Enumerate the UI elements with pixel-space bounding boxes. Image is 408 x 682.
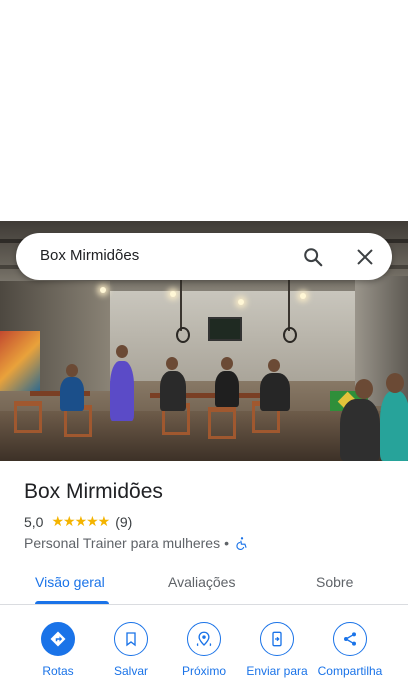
directions-icon bbox=[50, 631, 66, 647]
send-to-phone-button-circle[interactable] bbox=[260, 622, 294, 656]
category-separator: • bbox=[224, 535, 230, 551]
photo-light bbox=[238, 299, 244, 305]
share-icon bbox=[344, 632, 356, 646]
rating-row[interactable]: 5,0 ★★★★★ (9) bbox=[24, 513, 132, 530]
save-button-circle[interactable] bbox=[114, 622, 148, 656]
photo-person-head bbox=[355, 379, 373, 399]
directions-button-circle[interactable] bbox=[41, 622, 75, 656]
place-title: Box Mirmidões bbox=[24, 480, 163, 503]
tab-overview[interactable]: Visão geral bbox=[35, 574, 105, 590]
save-label: Salvar bbox=[113, 664, 148, 678]
share-button[interactable]: Compartilha bbox=[313, 622, 387, 678]
save-button[interactable]: Salvar bbox=[94, 622, 168, 678]
photo-light bbox=[170, 291, 176, 297]
photo-person-head bbox=[386, 373, 404, 393]
photo-banner bbox=[0, 331, 40, 391]
rating-value: 5,0 bbox=[24, 513, 44, 530]
action-buttons: Rotas Salvar Próximo Enviar para Compart… bbox=[0, 622, 408, 682]
place-tabs: Visão geral Avaliações Sobre bbox=[0, 564, 408, 605]
photo-person-head bbox=[66, 364, 78, 377]
search-icon[interactable] bbox=[302, 246, 324, 268]
photo-person-head bbox=[116, 345, 128, 358]
directions-label: Rotas bbox=[42, 664, 74, 678]
nearby-label: Próximo bbox=[181, 664, 226, 678]
review-count[interactable]: (9) bbox=[115, 514, 132, 530]
send-to-phone-icon bbox=[272, 631, 282, 647]
bookmark-icon bbox=[126, 632, 136, 647]
send-to-phone-button[interactable]: Enviar para bbox=[240, 622, 314, 678]
nearby-icon bbox=[196, 631, 212, 647]
tab-reviews[interactable]: Avaliações bbox=[168, 574, 235, 590]
directions-button[interactable]: Rotas bbox=[21, 622, 95, 678]
wheelchair-accessible-icon bbox=[236, 537, 247, 550]
photo-tv-screen bbox=[208, 317, 242, 341]
photo-person bbox=[160, 371, 186, 411]
photo-ring bbox=[176, 327, 190, 343]
photo-person bbox=[380, 391, 408, 461]
photo-light bbox=[300, 293, 306, 299]
search-input[interactable]: Box Mirmidões bbox=[40, 247, 139, 264]
send-to-phone-label: Enviar para bbox=[246, 664, 308, 678]
category-row: Personal Trainer para mulheres • bbox=[24, 535, 249, 551]
photo-ring bbox=[283, 327, 297, 343]
active-tab-indicator bbox=[35, 601, 109, 604]
place-category: Personal Trainer para mulheres bbox=[24, 535, 221, 551]
photo-person bbox=[60, 377, 84, 411]
photo-person-head bbox=[268, 359, 280, 372]
photo-light bbox=[100, 287, 106, 293]
rating-stars: ★★★★★ bbox=[51, 513, 110, 529]
share-button-circle[interactable] bbox=[333, 622, 367, 656]
photo-person bbox=[260, 373, 290, 411]
photo-person bbox=[215, 371, 239, 407]
share-label: Compartilha bbox=[317, 664, 383, 678]
close-icon[interactable] bbox=[354, 246, 376, 268]
photo-person bbox=[340, 399, 380, 461]
photo-person bbox=[110, 361, 134, 421]
tab-about[interactable]: Sobre bbox=[316, 574, 353, 590]
photo-person-head bbox=[166, 357, 178, 370]
map-blank-area bbox=[0, 0, 408, 221]
photo-chair bbox=[208, 407, 236, 439]
search-bar[interactable]: Box Mirmidões bbox=[16, 233, 392, 280]
photo-rope bbox=[180, 271, 182, 331]
nearby-button-circle[interactable] bbox=[187, 622, 221, 656]
photo-person-head bbox=[221, 357, 233, 370]
photo-chair bbox=[14, 401, 42, 433]
nearby-button[interactable]: Próximo bbox=[167, 622, 241, 678]
